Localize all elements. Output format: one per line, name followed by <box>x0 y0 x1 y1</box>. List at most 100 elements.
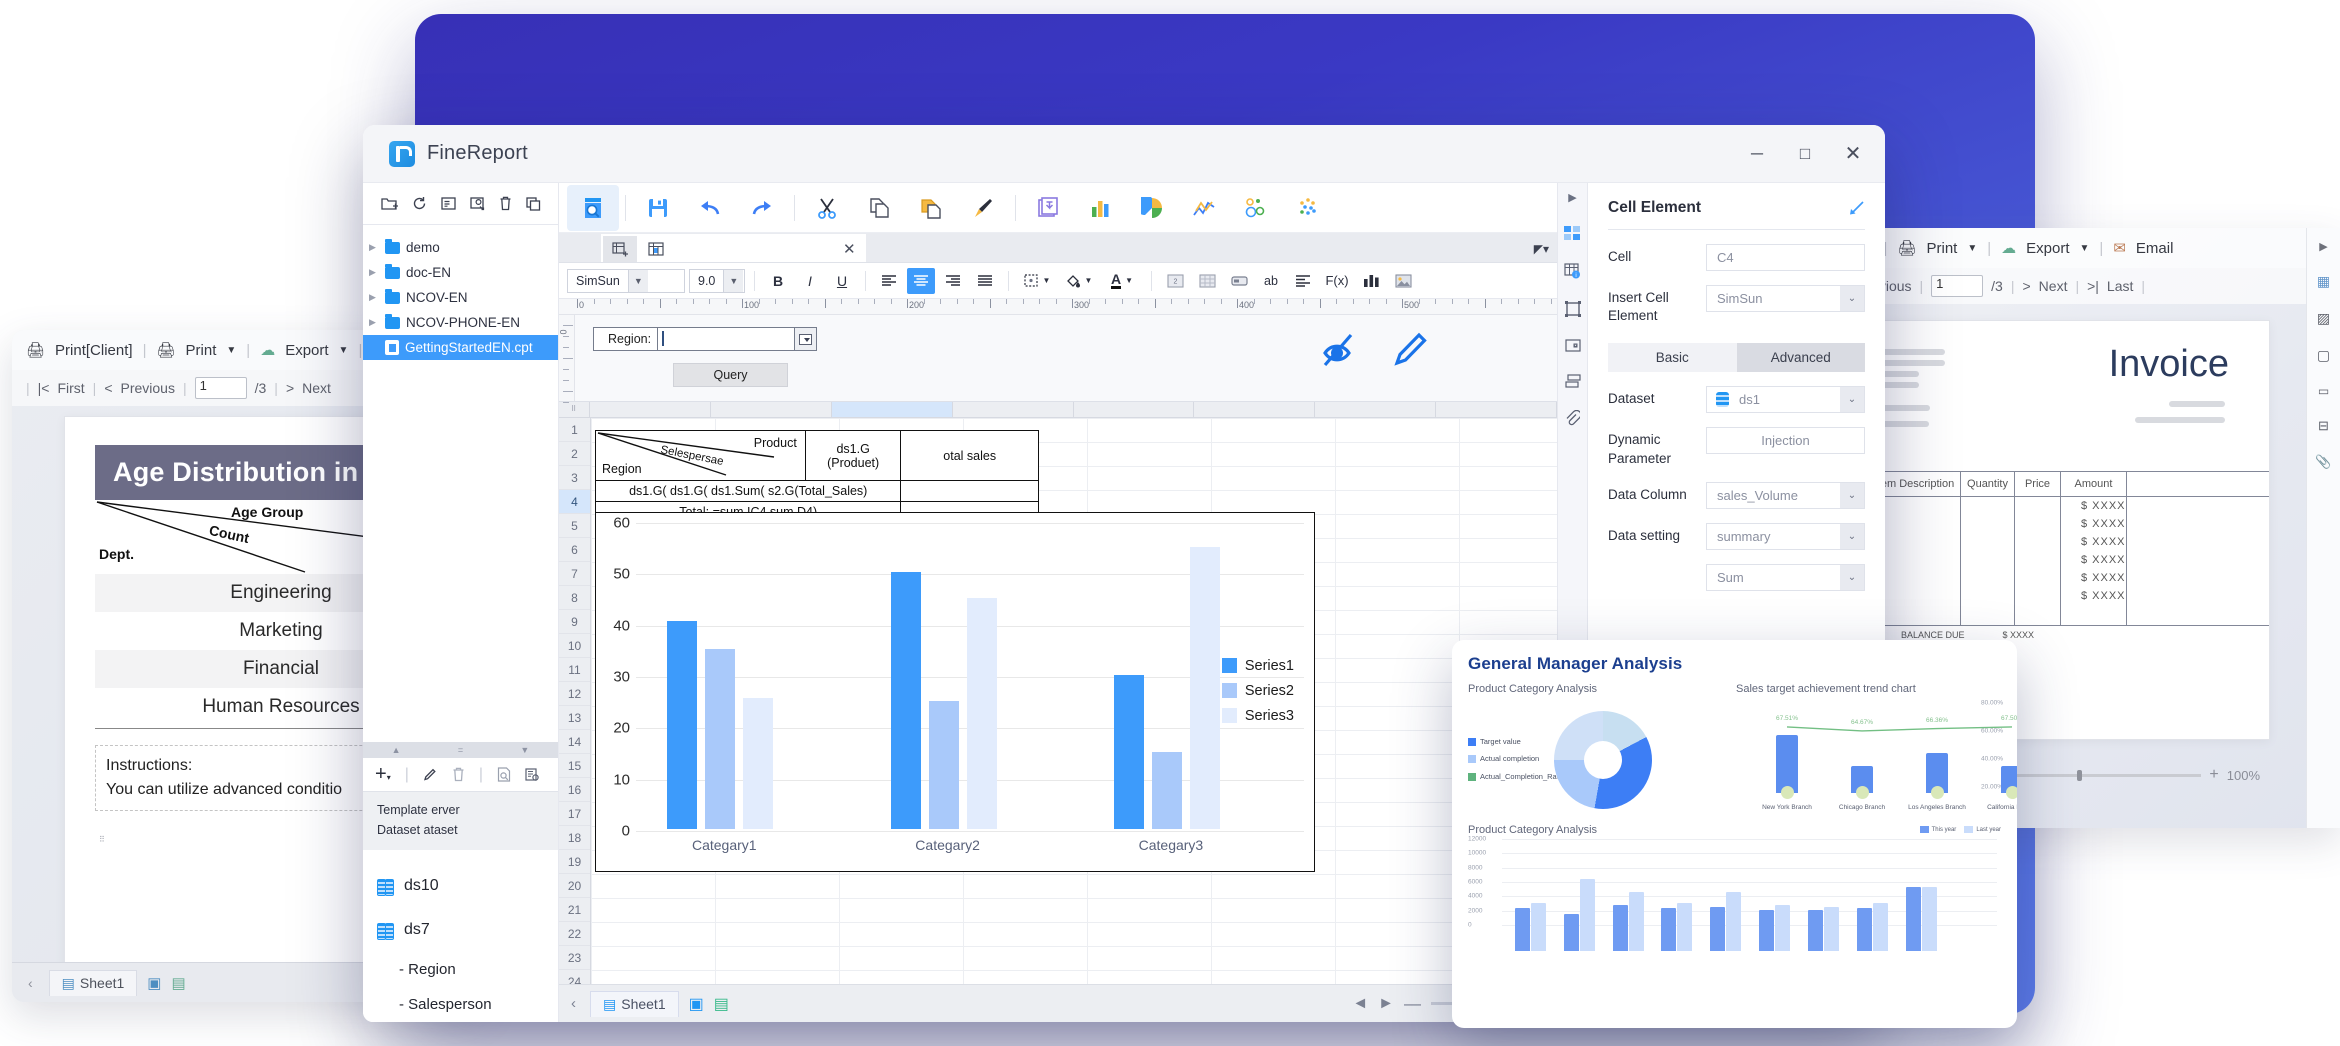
dataset-item[interactable]: ds10 <box>377 864 558 908</box>
search-dataset-icon[interactable] <box>525 768 540 782</box>
settings-report-icon[interactable] <box>470 197 485 211</box>
crosstab-corner-cell[interactable]: Product Selespersae Region <box>596 431 806 481</box>
insert-image-button[interactable] <box>1389 268 1417 294</box>
row-header[interactable]: 6 <box>559 538 590 562</box>
zoom-out-icon[interactable]: — <box>1404 994 1421 1014</box>
row-header[interactable]: 17 <box>559 802 590 826</box>
collapse-panel-icon[interactable] <box>1848 201 1865 216</box>
align-right-button[interactable] <box>939 268 967 294</box>
export-label[interactable]: Export <box>285 342 328 359</box>
dataset-item[interactable]: ds7 <box>377 908 558 952</box>
ch evron-down-icon[interactable]: ⌄ <box>1840 286 1864 311</box>
row-header[interactable]: 9 <box>559 610 590 634</box>
save-button[interactable] <box>632 185 684 231</box>
cell-formula-row[interactable]: ds1.G( ds1.G( ds1.Sum( s2.G(Total_Sales) <box>596 481 901 502</box>
add-report-sheet-icon[interactable]: ▣ <box>147 974 161 992</box>
tree-item-folder[interactable]: ▶ NCOV-EN <box>363 285 558 310</box>
tab-basic[interactable]: Basic <box>1608 343 1737 372</box>
row-header[interactable]: 4 <box>559 490 590 514</box>
row-header[interactable]: 20 <box>559 874 590 898</box>
first-page-label[interactable]: First <box>57 380 84 396</box>
page-number-input[interactable]: 1 <box>1931 275 1983 297</box>
data-setting-select[interactable]: summary ⌄ <box>1706 523 1865 550</box>
cell-total-sales-header[interactable]: otal sales <box>901 431 1039 481</box>
tree-item-file-selected[interactable]: GettingStartedEN.cpt <box>363 335 558 360</box>
hyperlink-block-icon[interactable]: ⊟ <box>2318 418 2329 434</box>
copy-icon[interactable] <box>526 197 541 211</box>
print-caret-icon[interactable]: ▼ <box>226 345 236 356</box>
row-header[interactable]: 24 <box>559 970 590 984</box>
merge-cells-button[interactable]: 2 <box>1161 268 1189 294</box>
frame-icon[interactable] <box>1565 301 1581 317</box>
redo-button[interactable] <box>736 185 788 231</box>
chevron-down-icon[interactable]: ⌄ <box>1840 524 1864 549</box>
next-page-label[interactable]: Next <box>302 380 331 396</box>
row-header[interactable]: 8 <box>559 586 590 610</box>
previous-page-icon[interactable]: < <box>104 380 112 396</box>
next-page-icon[interactable]: > <box>2022 278 2030 294</box>
delete-icon[interactable] <box>499 196 512 211</box>
template-tree[interactable]: ▶ demo ▶ doc-EN ▶ NCOV-EN ▶ NCOV <box>363 225 558 742</box>
row-header[interactable]: 15 <box>559 754 590 778</box>
data-column-select[interactable]: sales_Volume ⌄ <box>1706 482 1865 509</box>
row-header[interactable]: 21 <box>559 898 590 922</box>
border-button[interactable]: ▼ <box>1018 268 1056 294</box>
edit-icon[interactable] <box>423 767 438 782</box>
row-header[interactable]: 12 <box>559 682 590 706</box>
row-header[interactable]: 5 <box>559 514 590 538</box>
row-header[interactable]: 13 <box>559 706 590 730</box>
fill-color-button[interactable]: ▼ <box>1060 268 1098 294</box>
add-dashboard-sheet-icon[interactable]: ▤ <box>171 974 185 992</box>
align-left-button[interactable] <box>875 268 903 294</box>
hyperlink-block-icon[interactable] <box>1565 374 1581 388</box>
cell-attribute-icon[interactable]: ▨ <box>2317 310 2330 327</box>
undo-button[interactable] <box>684 185 736 231</box>
cut-button[interactable] <box>801 185 853 231</box>
maximize-button[interactable]: □ <box>1783 134 1827 174</box>
line-chart-button[interactable] <box>1178 185 1230 231</box>
font-size-select[interactable]: 9.0 ▼ <box>689 269 745 293</box>
dataset-field[interactable]: - Region <box>377 952 558 987</box>
zoom-in-icon[interactable]: + <box>2209 766 2218 784</box>
insert-chart-button[interactable] <box>1357 268 1385 294</box>
region-parameter-dropdown[interactable] <box>794 328 816 350</box>
row-header[interactable]: 10 <box>559 634 590 658</box>
previous-page-label[interactable]: Previous <box>121 380 175 396</box>
select-all-corner[interactable]: ⠿ <box>559 402 590 417</box>
pie-chart-button[interactable] <box>1126 185 1178 231</box>
scroll-prev-icon[interactable]: ◄ <box>1352 995 1368 1013</box>
report-icon[interactable] <box>441 197 456 210</box>
sheet-tab[interactable]: ▤ Sheet1 <box>49 970 138 996</box>
align-center-button[interactable] <box>907 268 935 294</box>
export-label[interactable]: Export <box>2026 240 2069 257</box>
cell-element-icon[interactable]: ▦ <box>2317 273 2330 290</box>
row-header[interactable]: 19 <box>559 850 590 874</box>
region-parameter-input[interactable] <box>658 328 794 350</box>
print-label[interactable]: Print <box>186 342 217 359</box>
tab-advanced[interactable]: Advanced <box>1737 343 1866 372</box>
font-color-button[interactable]: A ▼ <box>1102 268 1142 294</box>
last-page-icon[interactable]: >| <box>2087 278 2099 294</box>
chevron-right-icon[interactable]: ▶ <box>369 292 379 303</box>
dynamic-parameter-button[interactable]: Injection <box>1706 427 1865 454</box>
text-format-button[interactable]: ab <box>1257 268 1285 294</box>
scroll-next-icon[interactable]: ► <box>1378 995 1394 1013</box>
cell-element-icon[interactable] <box>1564 226 1581 241</box>
tree-item-folder[interactable]: ▶ demo <box>363 235 558 260</box>
chevron-right-icon[interactable]: ▶ <box>369 242 379 253</box>
page-number-input[interactable]: 1 <box>195 377 247 399</box>
query-button[interactable]: Query <box>673 363 788 387</box>
edit-pen-icon[interactable] <box>1391 329 1431 369</box>
template-save-button[interactable] <box>1022 185 1074 231</box>
dataset-field-select[interactable]: ds1 ⌄ <box>1706 386 1865 413</box>
paragraph-button[interactable] <box>1289 268 1317 294</box>
refresh-icon[interactable] <box>412 196 427 211</box>
last-page-label[interactable]: Last <box>2107 278 2133 294</box>
new-folder-icon[interactable] <box>381 196 398 211</box>
chevron-down-icon[interactable]: ⌄ <box>1840 387 1864 412</box>
row-header[interactable]: 18 <box>559 826 590 850</box>
add-icon[interactable]: +▾ <box>375 763 391 786</box>
scroll-left-icon[interactable]: ‹ <box>22 975 39 991</box>
parameter-canvas[interactable]: Region: Query <box>575 315 1557 401</box>
row-header[interactable]: 14 <box>559 730 590 754</box>
